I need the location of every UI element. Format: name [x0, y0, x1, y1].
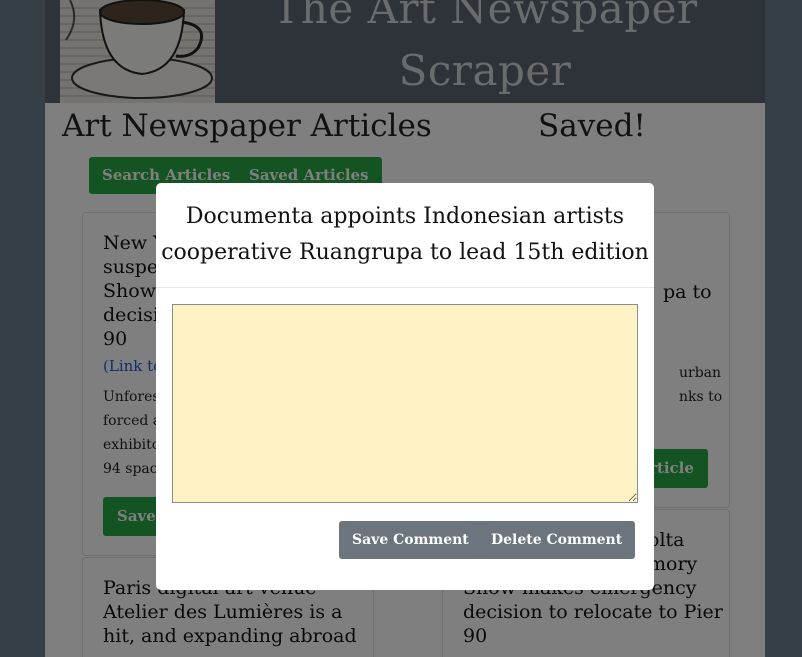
modal-title: Documenta appoints Indonesian artists co…: [156, 199, 654, 271]
modal-divider: [156, 287, 654, 288]
modal-title-line1: Documenta appoints Indonesian artists: [185, 204, 625, 229]
comment-textarea[interactable]: [172, 304, 638, 503]
comment-modal: Documenta appoints Indonesian artists co…: [156, 183, 654, 590]
delete-comment-button[interactable]: Delete Comment: [478, 521, 636, 559]
modal-title-line2: cooperative Ruangrupa to lead 15th editi…: [161, 240, 649, 265]
save-comment-button[interactable]: Save Comment: [339, 521, 482, 559]
